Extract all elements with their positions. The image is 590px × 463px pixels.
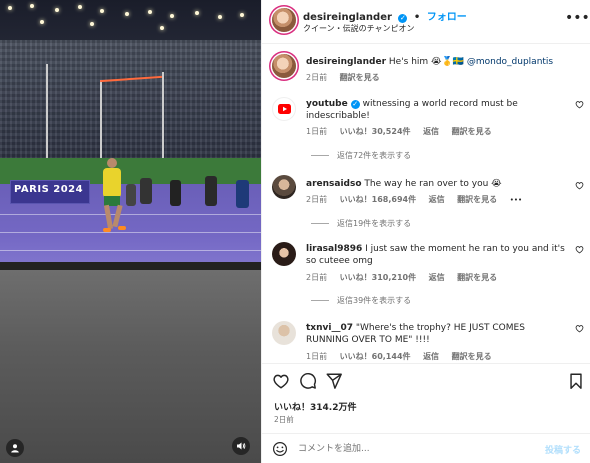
comment-likes[interactable]: いいね！310,210件 [340,273,416,282]
avatar[interactable] [272,321,296,345]
verified-badge-icon: ✓ [398,14,408,23]
comment-more-icon[interactable]: ••• [510,196,522,204]
post-video[interactable]: PARIS 2024 [0,0,261,463]
pole-vault-standard [162,72,164,172]
avatar[interactable] [272,54,296,78]
emoji-icon[interactable] [272,441,288,457]
caption-time[interactable]: 2日前 [306,73,327,82]
audio-toggle-button[interactable] [232,437,250,455]
comment-likes[interactable]: いいね！168,694件 [340,195,416,204]
avatar[interactable] [272,97,296,121]
athlete-head [107,158,117,168]
translate-link[interactable]: 翻訳を見る [452,352,492,361]
photographer [205,176,217,206]
comment-composer: 投稿する [262,433,590,463]
view-replies-button[interactable]: 返信39件を表示する [311,295,411,306]
avatar[interactable] [272,242,296,266]
like-heart-icon[interactable] [575,100,584,109]
stadium-lights [0,0,261,38]
caption-text: He's him 😭🥇🇸🇪 [388,57,464,67]
post-comment-button[interactable]: 投稿する [545,443,581,456]
athlete-shoe [103,228,111,232]
youtube-logo-icon [277,104,291,114]
caption-mention[interactable]: @mondo_duplantis [467,57,553,67]
photographer [140,178,152,204]
comment-text: The way he ran over to you 😭 [364,179,502,189]
header-audio-subtitle[interactable]: クイーン・伝説のチャンピオン [303,23,415,34]
foreground-ground [0,270,261,463]
paris-2024-board-text: PARIS 2024 [14,184,84,195]
comment-input[interactable] [298,441,528,457]
reply-button[interactable]: 返信 [423,352,439,361]
speaker-icon [237,442,246,450]
reply-button[interactable]: 返信 [429,195,445,204]
post-actions: いいね！314.2万件 2日前 [262,363,590,433]
comment-icon[interactable] [299,372,317,390]
avatar[interactable] [272,8,296,32]
like-heart-icon[interactable] [575,181,584,190]
comment-username[interactable]: lirasal9896 [306,244,362,254]
comment-likes[interactable]: いいね！30,524件 [340,127,411,136]
header-username[interactable]: desireinglander [303,12,392,23]
post-header: desireinglander ✓ • フォロー クイーン・伝説のチャンピオン … [262,0,590,44]
comment-time[interactable]: 1日前 [306,352,327,361]
post-details-panel: desireinglander ✓ • フォロー クイーン・伝説のチャンピオン … [261,0,590,463]
post-date[interactable]: 2日前 [274,414,294,425]
photographer [236,180,249,208]
translate-link[interactable]: 翻訳を見る [457,195,497,204]
comment-username[interactable]: arensaidso [306,179,362,189]
view-replies-button[interactable]: 返信19件を表示する [311,218,411,229]
reply-button[interactable]: 返信 [429,273,445,282]
caption-username[interactable]: desireinglander [306,57,386,67]
bookmark-icon[interactable] [567,372,585,390]
photographer [170,180,181,206]
comment-time[interactable]: 2日前 [306,195,327,204]
pole-vault-standard [100,80,102,170]
comment-likes[interactable]: いいね！60,144件 [340,352,411,361]
like-icon[interactable] [272,372,290,390]
user-icon [11,444,19,453]
translate-link[interactable]: 翻訳を見る [340,73,380,82]
stadium-crowd [0,40,261,160]
translate-link[interactable]: 翻訳を見る [452,127,492,136]
avatar[interactable] [272,175,296,199]
translate-link[interactable]: 翻訳を見る [457,273,497,282]
post-like-count[interactable]: いいね！314.2万件 [274,400,356,413]
follow-button[interactable]: フォロー [427,12,467,23]
verified-badge-icon: ✓ [350,100,360,109]
photographer [126,184,136,206]
more-options-icon[interactable]: ••• [565,10,590,26]
tagged-users-button[interactable] [6,439,24,457]
reply-button[interactable]: 返信 [423,127,439,136]
athlete-jersey [103,168,121,198]
comment-username[interactable]: youtube [306,99,348,109]
athlete-shoe [118,226,126,230]
share-icon[interactable] [325,372,343,390]
separator-dot: • [413,12,421,23]
like-heart-icon[interactable] [575,245,584,254]
like-heart-icon[interactable] [575,324,584,333]
comment-time[interactable]: 2日前 [306,273,327,282]
comments-list[interactable]: desireinglander He's him 😭🥇🇸🇪 @mondo_dup… [262,45,590,363]
comment-time[interactable]: 1日前 [306,127,327,136]
comment-username[interactable]: txnvi__07 [306,323,353,333]
view-replies-button[interactable]: 返信72件を表示する [311,150,411,161]
